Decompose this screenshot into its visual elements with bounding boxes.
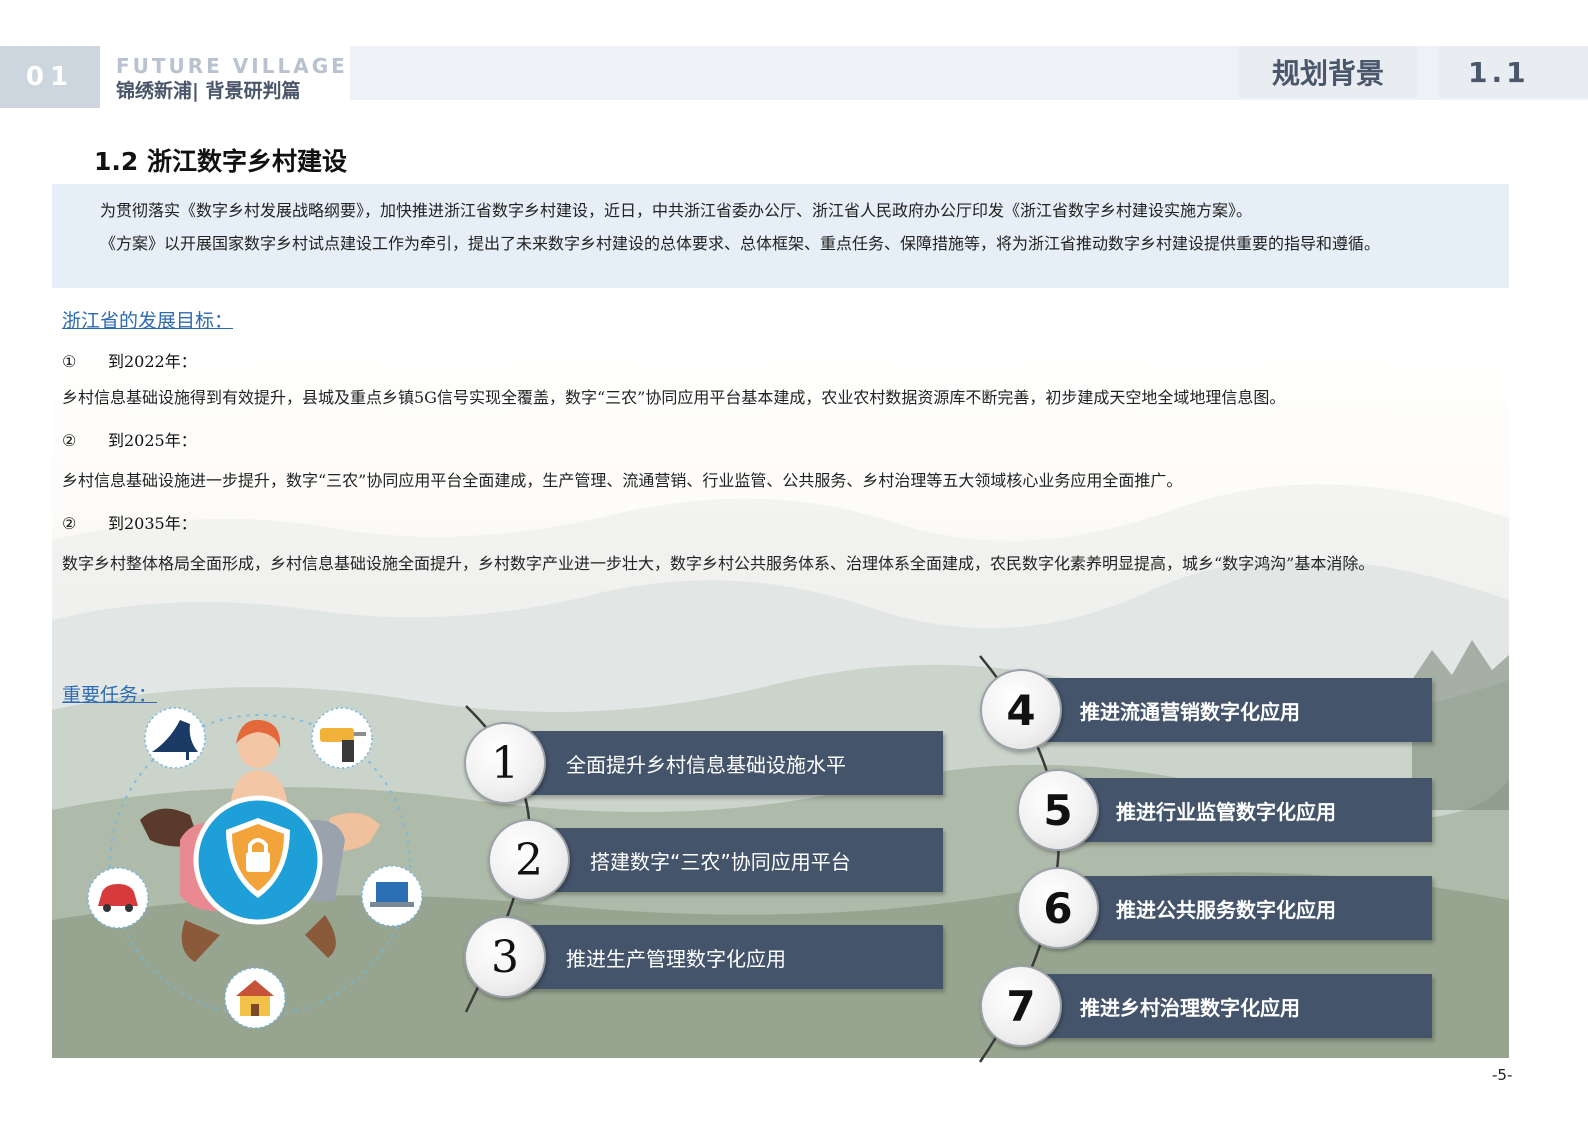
intro-paragraph: 《方案》以开展国家数字乡村试点建设工作为牵引，提出了未来数字乡村建设的总体要求、… <box>100 234 1381 253</box>
goal-label: ① 到2022年： <box>62 348 197 372</box>
goal-year: 到2022年： <box>108 352 197 371</box>
task-bar: 搭建数字“三农”协同应用平台 <box>530 828 943 892</box>
shield-lock-icon <box>193 795 323 925</box>
task-number-badge: 6 <box>1017 867 1099 949</box>
task-label: 推进流通营销数字化应用 <box>1080 699 1300 724</box>
goal-year: 到2025年： <box>108 431 197 450</box>
task-bar: 全面提升乡村信息基础设施水平 <box>506 731 943 795</box>
page-number: -5- <box>1492 1066 1513 1084</box>
drill-icon <box>311 707 373 769</box>
task-number-badge: 2 <box>488 819 570 901</box>
goal-text: 乡村信息基础设施进一步提升，数字“三农”协同应用平台全面建成，生产管理、流通营销… <box>62 471 1183 490</box>
task-bar: 推进行业监管数字化应用 <box>1068 778 1432 842</box>
intro-paragraph: 为贯彻落实《数字乡村发展战略纲要》，加快推进浙江省数字乡村建设，近日，中共浙江省… <box>100 201 1253 220</box>
task-number-badge: 4 <box>980 669 1062 751</box>
task-bar: 推进生产管理数字化应用 <box>506 925 943 989</box>
task-label: 推进公共服务数字化应用 <box>1116 897 1336 922</box>
brand-block: FUTURE VILLAGE 锦绣新浦| 背景研判篇 <box>100 46 350 108</box>
section-title: 规划背景 <box>1238 46 1418 98</box>
task-label: 推进行业监管数字化应用 <box>1116 799 1336 824</box>
goal-marker: ① <box>62 352 77 371</box>
house-icon <box>224 967 286 1029</box>
section-number: 1.1 <box>1438 46 1588 98</box>
goal-year: 到2035年： <box>108 514 197 533</box>
digital-village-illustration <box>87 707 423 1029</box>
car-icon <box>87 867 149 929</box>
task-bar: 推进公共服务数字化应用 <box>1068 876 1432 940</box>
goal-text: 数字乡村整体格局全面形成，乡村信息基础设施全面提升，乡村数字产业进一步壮大，数字… <box>62 554 1375 573</box>
page-title: 1.2 浙江数字乡村建设 <box>94 147 347 176</box>
goal-text: 乡村信息基础设施得到有效提升，县城及重点乡镇5G信号实现全覆盖，数字“三农”协同… <box>62 388 1286 407</box>
brand-english: FUTURE VILLAGE <box>116 54 348 78</box>
laptop-icon <box>361 865 423 927</box>
task-label: 推进乡村治理数字化应用 <box>1080 995 1300 1020</box>
goals-heading: 浙江省的发展目标： <box>62 310 234 332</box>
high-heel-icon <box>144 707 206 769</box>
goal-label: ② 到2025年： <box>62 427 197 451</box>
task-bar: 推进流通营销数字化应用 <box>1032 678 1432 742</box>
goal-marker: ② <box>62 431 77 450</box>
task-bar: 推进乡村治理数字化应用 <box>1032 974 1432 1038</box>
intro-box: 为贯彻落实《数字乡村发展战略纲要》，加快推进浙江省数字乡村建设，近日，中共浙江省… <box>52 184 1509 288</box>
task-number-badge: 1 <box>464 722 546 804</box>
brand-chinese: 锦绣新浦| 背景研判篇 <box>116 80 301 102</box>
task-label: 推进生产管理数字化应用 <box>566 946 786 971</box>
chapter-number: 01 <box>0 46 100 108</box>
task-number-badge: 7 <box>980 965 1062 1047</box>
task-number-badge: 3 <box>464 916 546 998</box>
task-number-badge: 5 <box>1017 769 1099 851</box>
task-label: 全面提升乡村信息基础设施水平 <box>566 752 846 777</box>
goal-label: ② 到2035年： <box>62 510 197 534</box>
goal-marker: ② <box>62 514 77 533</box>
task-label: 搭建数字“三农”协同应用平台 <box>590 849 851 874</box>
